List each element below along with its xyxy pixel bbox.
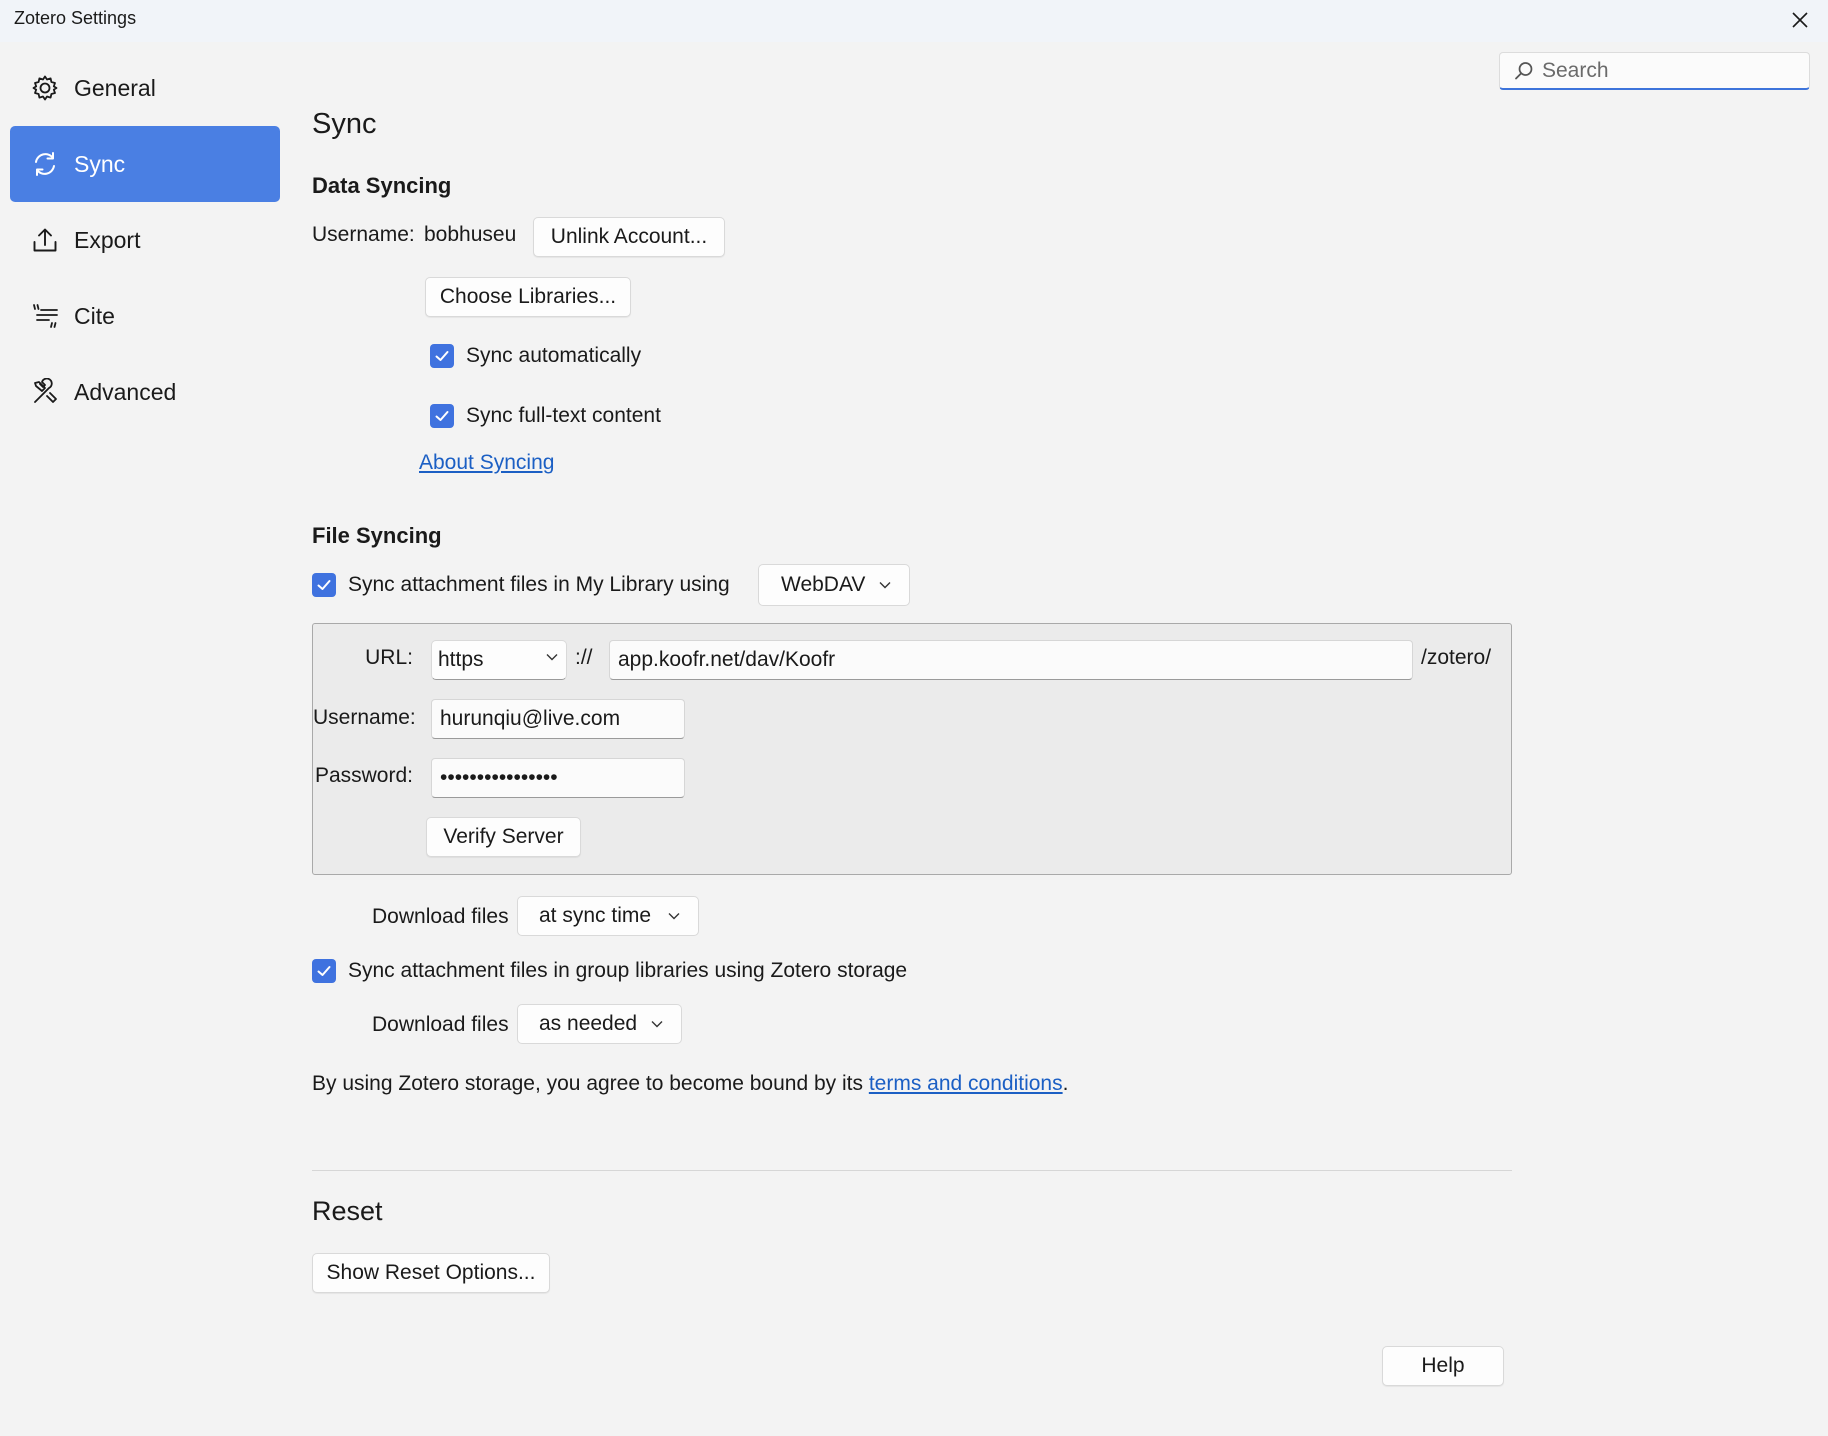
verify-server-button[interactable]: Verify Server bbox=[426, 817, 581, 857]
sidebar-item-label: Advanced bbox=[74, 378, 177, 405]
sync-fulltext-row[interactable]: Sync full-text content bbox=[430, 404, 661, 428]
about-syncing-link[interactable]: About Syncing bbox=[419, 451, 554, 475]
sync-group-checkbox[interactable] bbox=[312, 959, 336, 983]
check-icon bbox=[317, 966, 331, 976]
webdav-settings-panel: URL: https :// app.koofr.net/dav/Koofr /… bbox=[312, 623, 1512, 875]
sidebar-item-label: Export bbox=[74, 226, 141, 253]
webdav-password-input[interactable]: •••••••••••••••• bbox=[431, 758, 685, 798]
sidebar-item-label: Sync bbox=[74, 150, 126, 177]
webdav-username-label: Username: bbox=[313, 706, 416, 729]
sync-fulltext-label: Sync full-text content bbox=[466, 404, 661, 427]
url-label: URL: bbox=[365, 646, 413, 669]
sidebar-item-export[interactable]: Export bbox=[10, 202, 280, 278]
sync-automatically-checkbox[interactable] bbox=[430, 344, 454, 368]
sidebar-item-label: General bbox=[74, 74, 156, 101]
show-reset-options-button[interactable]: Show Reset Options... bbox=[312, 1253, 550, 1293]
chevron-down-icon bbox=[651, 1020, 663, 1028]
group-download-files-value: as needed bbox=[539, 1012, 638, 1035]
terms-prefix: By using Zotero storage, you agree to be… bbox=[312, 1072, 869, 1095]
protocol-value: https bbox=[438, 648, 484, 671]
sync-my-library-label: Sync attachment files in My Library usin… bbox=[348, 573, 730, 596]
terms-suffix: . bbox=[1062, 1072, 1069, 1095]
sync-group-label: Sync attachment files in group libraries… bbox=[348, 959, 908, 982]
download-files-label: Download files bbox=[372, 905, 509, 928]
group-download-files-label: Download files bbox=[372, 1013, 509, 1036]
sidebar-item-sync[interactable]: Sync bbox=[10, 126, 280, 202]
webdav-username-input[interactable]: hurunqiu@live.com bbox=[431, 699, 685, 739]
search-icon bbox=[1514, 61, 1534, 81]
advanced-icon bbox=[30, 377, 60, 407]
download-files-dropdown[interactable]: at sync time bbox=[517, 896, 699, 936]
url-input[interactable]: app.koofr.net/dav/Koofr bbox=[609, 640, 1413, 680]
sidebar-item-advanced[interactable]: Advanced bbox=[10, 354, 280, 430]
sync-automatically-row[interactable]: Sync automatically bbox=[430, 344, 641, 368]
chevron-down-icon bbox=[879, 581, 891, 589]
file-syncing-heading: File Syncing bbox=[312, 523, 442, 548]
sync-method-value: WebDAV bbox=[781, 573, 866, 596]
chevron-down-icon bbox=[546, 653, 558, 661]
check-icon bbox=[317, 580, 331, 590]
gear-icon bbox=[30, 73, 60, 103]
protocol-separator: :// bbox=[575, 646, 593, 669]
cite-icon bbox=[30, 301, 60, 331]
close-button[interactable] bbox=[1772, 0, 1828, 40]
search-box[interactable] bbox=[1499, 52, 1810, 90]
sync-group-row[interactable]: Sync attachment files in group libraries… bbox=[312, 959, 907, 983]
search-input[interactable] bbox=[1542, 58, 1792, 83]
help-button[interactable]: Help bbox=[1382, 1346, 1504, 1386]
title-bar: Zotero Settings bbox=[0, 0, 1828, 42]
choose-libraries-button[interactable]: Choose Libraries... bbox=[425, 277, 631, 317]
sync-my-library-row[interactable]: Sync attachment files in My Library usin… bbox=[312, 573, 730, 597]
sync-my-library-checkbox[interactable] bbox=[312, 573, 336, 597]
chevron-down-icon bbox=[668, 912, 680, 920]
unlink-account-button[interactable]: Unlink Account... bbox=[533, 217, 725, 257]
close-icon bbox=[1792, 12, 1808, 28]
protocol-dropdown[interactable]: https bbox=[431, 640, 567, 680]
group-download-files-dropdown[interactable]: as needed bbox=[517, 1004, 682, 1044]
webdav-password-label: Password: bbox=[314, 764, 413, 787]
page-title: Sync bbox=[312, 108, 377, 140]
export-icon bbox=[30, 225, 60, 255]
check-icon bbox=[435, 351, 449, 361]
sidebar-item-label: Cite bbox=[74, 302, 115, 329]
sidebar-item-general[interactable]: General bbox=[10, 50, 280, 126]
sync-method-dropdown[interactable]: WebDAV bbox=[758, 564, 910, 606]
sync-automatically-label: Sync automatically bbox=[466, 344, 642, 367]
sync-fulltext-checkbox[interactable] bbox=[430, 404, 454, 428]
window-title: Zotero Settings bbox=[14, 8, 137, 28]
url-suffix: /zotero/ bbox=[1421, 646, 1492, 669]
data-syncing-heading: Data Syncing bbox=[312, 173, 452, 198]
download-files-value: at sync time bbox=[539, 904, 652, 927]
terms-text: By using Zotero storage, you agree to be… bbox=[312, 1072, 1068, 1096]
reset-heading: Reset bbox=[312, 1196, 383, 1226]
sync-icon bbox=[30, 149, 60, 179]
check-icon bbox=[435, 411, 449, 421]
terms-link[interactable]: terms and conditions bbox=[869, 1072, 1063, 1095]
section-divider bbox=[312, 1170, 1512, 1171]
sidebar-item-cite[interactable]: Cite bbox=[10, 278, 280, 354]
username-value: bobhuseu bbox=[424, 223, 517, 246]
username-label: Username: bbox=[312, 223, 415, 246]
